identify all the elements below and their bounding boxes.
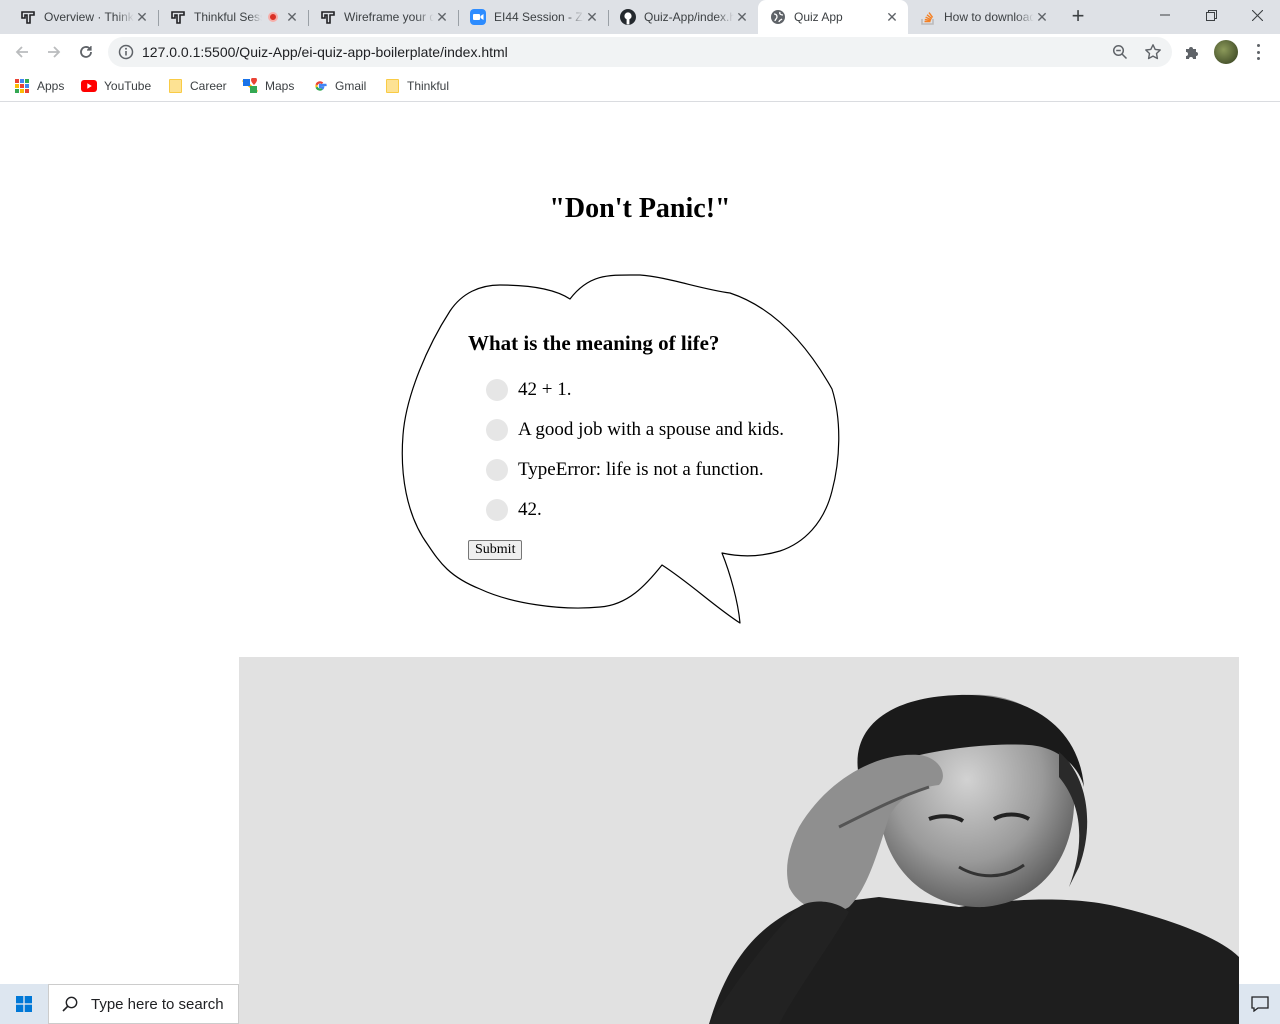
bookmark-apps[interactable]: Apps: [14, 76, 64, 96]
tab-title: Quiz App: [794, 10, 843, 24]
minimize-button[interactable]: [1142, 0, 1188, 30]
bookmark-label: Career: [190, 79, 227, 93]
profile-avatar[interactable]: [1214, 40, 1238, 64]
close-icon[interactable]: ✕: [434, 9, 450, 26]
notification-icon: [1250, 996, 1269, 1012]
windows-logo-icon: [16, 996, 32, 1012]
answer-label[interactable]: 42 + 1.: [518, 379, 571, 401]
answer-radio[interactable]: [486, 419, 508, 441]
bookmark-label: Gmail: [335, 79, 367, 93]
answer-option[interactable]: TypeError: life is not a function.: [486, 450, 828, 490]
bookmark-label: Apps: [37, 79, 65, 93]
restore-button[interactable]: [1188, 0, 1234, 30]
tab-title: Thinkful Session: [194, 10, 262, 24]
bookmark-label: YouTube: [104, 79, 152, 93]
window-close-button[interactable]: [1234, 0, 1280, 30]
tab-strip: Overview · Thinkful ✕ Thinkful Session ✕…: [0, 0, 1280, 34]
close-icon[interactable]: ✕: [734, 9, 750, 26]
tab-thinkful-session[interactable]: Thinkful Session ✕: [158, 0, 308, 34]
close-icon[interactable]: ✕: [134, 9, 150, 26]
answer-label[interactable]: TypeError: life is not a function.: [518, 459, 764, 481]
author-photo: [239, 657, 1239, 1024]
github-icon: [620, 9, 636, 25]
search-icon: [62, 996, 78, 1012]
quiz-form: What is the meaning of life? 42 + 1. A g…: [468, 331, 828, 560]
bookmark-label: Thinkful: [407, 79, 450, 93]
tab-title: Overview · Thinkful: [44, 10, 134, 24]
tab-title: Quiz-App/index.html: [644, 10, 734, 24]
close-icon[interactable]: ✕: [1034, 9, 1050, 26]
tab-zoom-session[interactable]: EI44 Session - Zoom ✕: [458, 0, 608, 34]
tab-quiz-app[interactable]: Quiz App ✕: [758, 0, 908, 34]
question-text: What is the meaning of life?: [468, 331, 720, 355]
answer-option[interactable]: 42.: [486, 490, 828, 530]
bookmarks-bar: Apps YouTube Career Maps Gmail Thinkful: [0, 70, 1280, 102]
close-icon[interactable]: ✕: [584, 9, 600, 26]
start-button[interactable]: [0, 984, 48, 1024]
zoom-icon: [470, 9, 486, 25]
page-viewport: "Don't Panic!" What is the meaning of li…: [0, 103, 1280, 1024]
action-center-button[interactable]: [1239, 984, 1280, 1024]
close-icon[interactable]: ✕: [284, 9, 300, 26]
bookmark-youtube[interactable]: YouTube: [81, 76, 151, 96]
bookmark-gmail[interactable]: Gmail: [312, 76, 366, 96]
tab-how-to-download[interactable]: How to download ✕: [908, 0, 1058, 34]
google-icon: [312, 78, 328, 94]
answer-radio[interactable]: [486, 499, 508, 521]
browser-menu-icon[interactable]: [1252, 42, 1264, 62]
address-bar[interactable]: 127.0.0.1:5500/Quiz-App/ei-quiz-app-boil…: [108, 37, 1172, 67]
globe-icon: [770, 9, 786, 25]
tab-github-quiz-app[interactable]: Quiz-App/index.html ✕: [608, 0, 758, 34]
submit-button[interactable]: Submit: [468, 540, 523, 560]
bookmark-thinkful[interactable]: Thinkful: [384, 76, 449, 96]
tab-title: EI44 Session - Zoom: [494, 10, 584, 24]
url-text[interactable]: 127.0.0.1:5500/Quiz-App/ei-quiz-app-boil…: [142, 44, 508, 60]
answer-label[interactable]: A good job with a spouse and kids.: [518, 419, 784, 441]
close-icon[interactable]: ✕: [884, 9, 900, 26]
zoom-icon[interactable]: [1112, 44, 1128, 65]
answer-option[interactable]: A good job with a spouse and kids.: [486, 410, 828, 450]
thinkful-icon: [20, 9, 36, 25]
thinkful-icon: [320, 9, 336, 25]
taskbar-search-box[interactable]: Type here to search: [48, 984, 239, 1024]
answer-radio[interactable]: [486, 459, 508, 481]
info-icon[interactable]: [118, 44, 134, 65]
bookmark-career[interactable]: Career: [167, 76, 227, 96]
tab-wireframe[interactable]: Wireframe your quiz app ✕: [308, 0, 458, 34]
answer-label[interactable]: 42.: [518, 499, 542, 521]
forward-button[interactable]: [40, 38, 68, 66]
tab-title: Wireframe your quiz app: [344, 10, 434, 24]
bookmark-label: Maps: [265, 79, 295, 93]
youtube-icon: [81, 78, 97, 94]
bookmark-maps[interactable]: Maps: [242, 76, 294, 96]
bookmark-star-icon[interactable]: [1144, 43, 1162, 66]
new-tab-button[interactable]: +: [1066, 5, 1090, 29]
extensions-puzzle-icon[interactable]: [1184, 44, 1200, 65]
tab-overview-thinkful[interactable]: Overview · Thinkful ✕: [8, 0, 158, 34]
tab-title: How to download: [944, 10, 1034, 24]
search-placeholder[interactable]: Type here to search: [91, 996, 224, 1013]
maps-icon: [242, 78, 258, 94]
recording-icon: [268, 12, 278, 22]
reload-button[interactable]: [72, 38, 100, 66]
folder-icon: [167, 78, 183, 94]
browser-toolbar: 127.0.0.1:5500/Quiz-App/ei-quiz-app-boil…: [0, 34, 1280, 70]
thinkful-icon: [170, 9, 186, 25]
folder-icon: [384, 78, 400, 94]
apps-grid-icon: [14, 78, 30, 94]
back-button[interactable]: [8, 38, 36, 66]
answer-option[interactable]: 42 + 1.: [486, 370, 828, 410]
page-title: "Don't Panic!": [549, 193, 731, 224]
stackoverflow-icon: [920, 9, 936, 25]
answer-radio[interactable]: [486, 379, 508, 401]
